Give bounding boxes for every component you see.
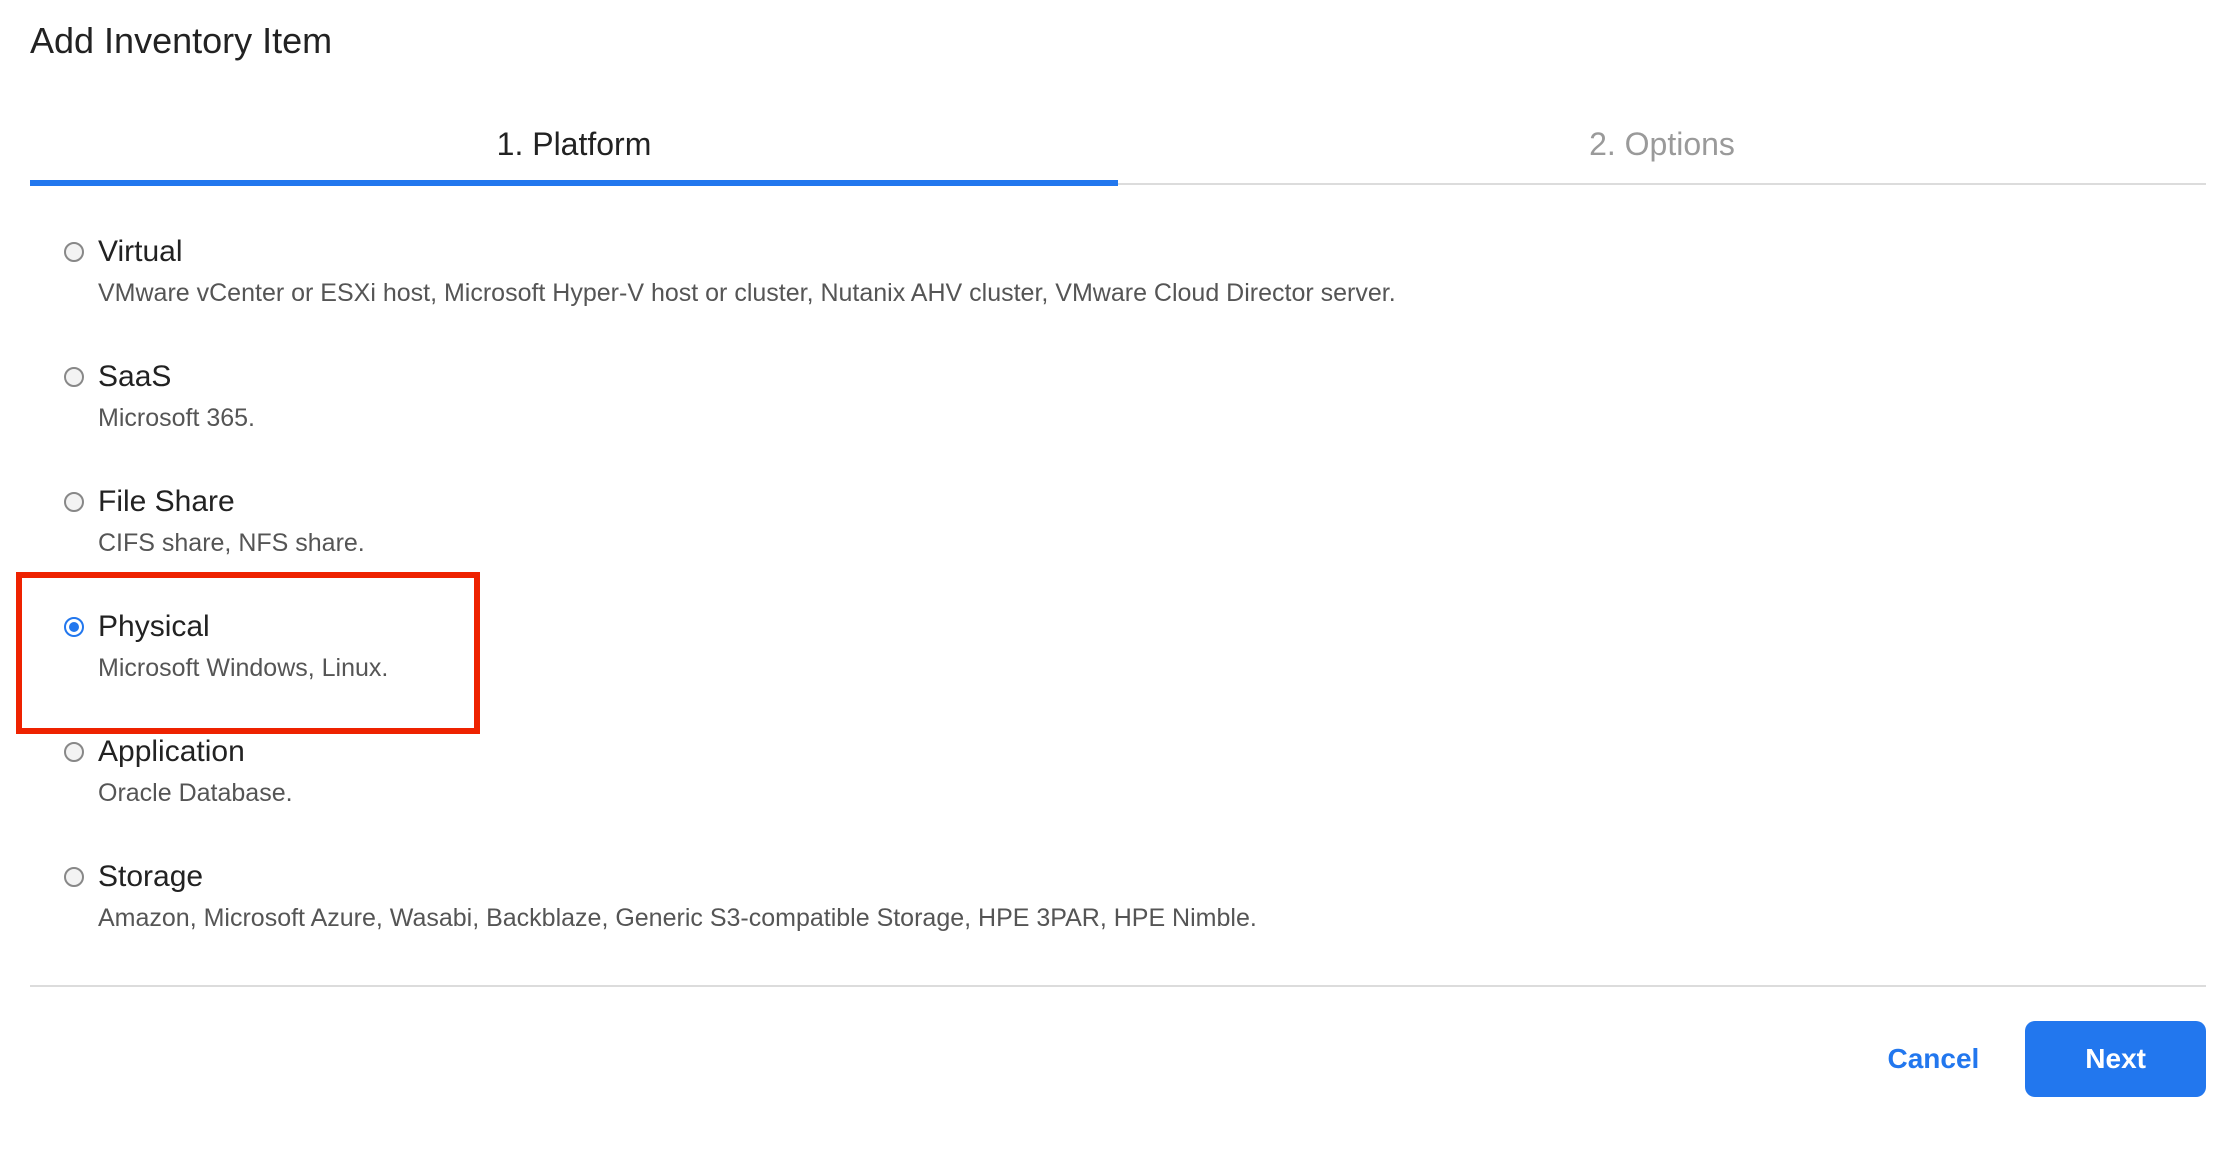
option-virtual[interactable]: Virtual VMware vCenter or ESXi host, Mic… [64,235,2206,308]
dialog-buttons: Cancel Next [30,985,2206,1097]
option-desc: Oracle Database. [98,779,2206,808]
option-label: Storage [98,860,203,894]
option-label: Physical [98,610,210,644]
option-application[interactable]: Application Oracle Database. [64,735,2206,808]
option-desc: Microsoft 365. [98,404,2206,433]
option-physical[interactable]: Physical Microsoft Windows, Linux. [64,610,2206,683]
radio-physical[interactable] [64,617,84,637]
option-label: Application [98,735,245,769]
wizard-steps: 1. Platform 2. Options [30,112,2206,185]
next-button[interactable]: Next [2025,1021,2206,1097]
option-saas[interactable]: SaaS Microsoft 365. [64,360,2206,433]
cancel-button[interactable]: Cancel [1877,1023,1989,1095]
radio-fileshare[interactable] [64,492,84,512]
radio-saas[interactable] [64,367,84,387]
platform-options: Virtual VMware vCenter or ESXi host, Mic… [30,185,2206,933]
dialog-title: Add Inventory Item [30,20,2206,62]
option-label: SaaS [98,360,171,394]
step-options[interactable]: 2. Options [1118,112,2206,183]
option-fileshare[interactable]: File Share CIFS share, NFS share. [64,485,2206,558]
option-label: File Share [98,485,235,519]
option-desc: Microsoft Windows, Linux. [98,654,2206,683]
option-label: Virtual [98,235,183,269]
step-platform[interactable]: 1. Platform [30,112,1118,183]
radio-virtual[interactable] [64,242,84,262]
option-desc: Amazon, Microsoft Azure, Wasabi, Backbla… [98,904,2206,933]
option-desc: CIFS share, NFS share. [98,529,2206,558]
radio-application[interactable] [64,742,84,762]
option-storage[interactable]: Storage Amazon, Microsoft Azure, Wasabi,… [64,860,2206,933]
radio-storage[interactable] [64,867,84,887]
option-desc: VMware vCenter or ESXi host, Microsoft H… [98,279,2206,308]
